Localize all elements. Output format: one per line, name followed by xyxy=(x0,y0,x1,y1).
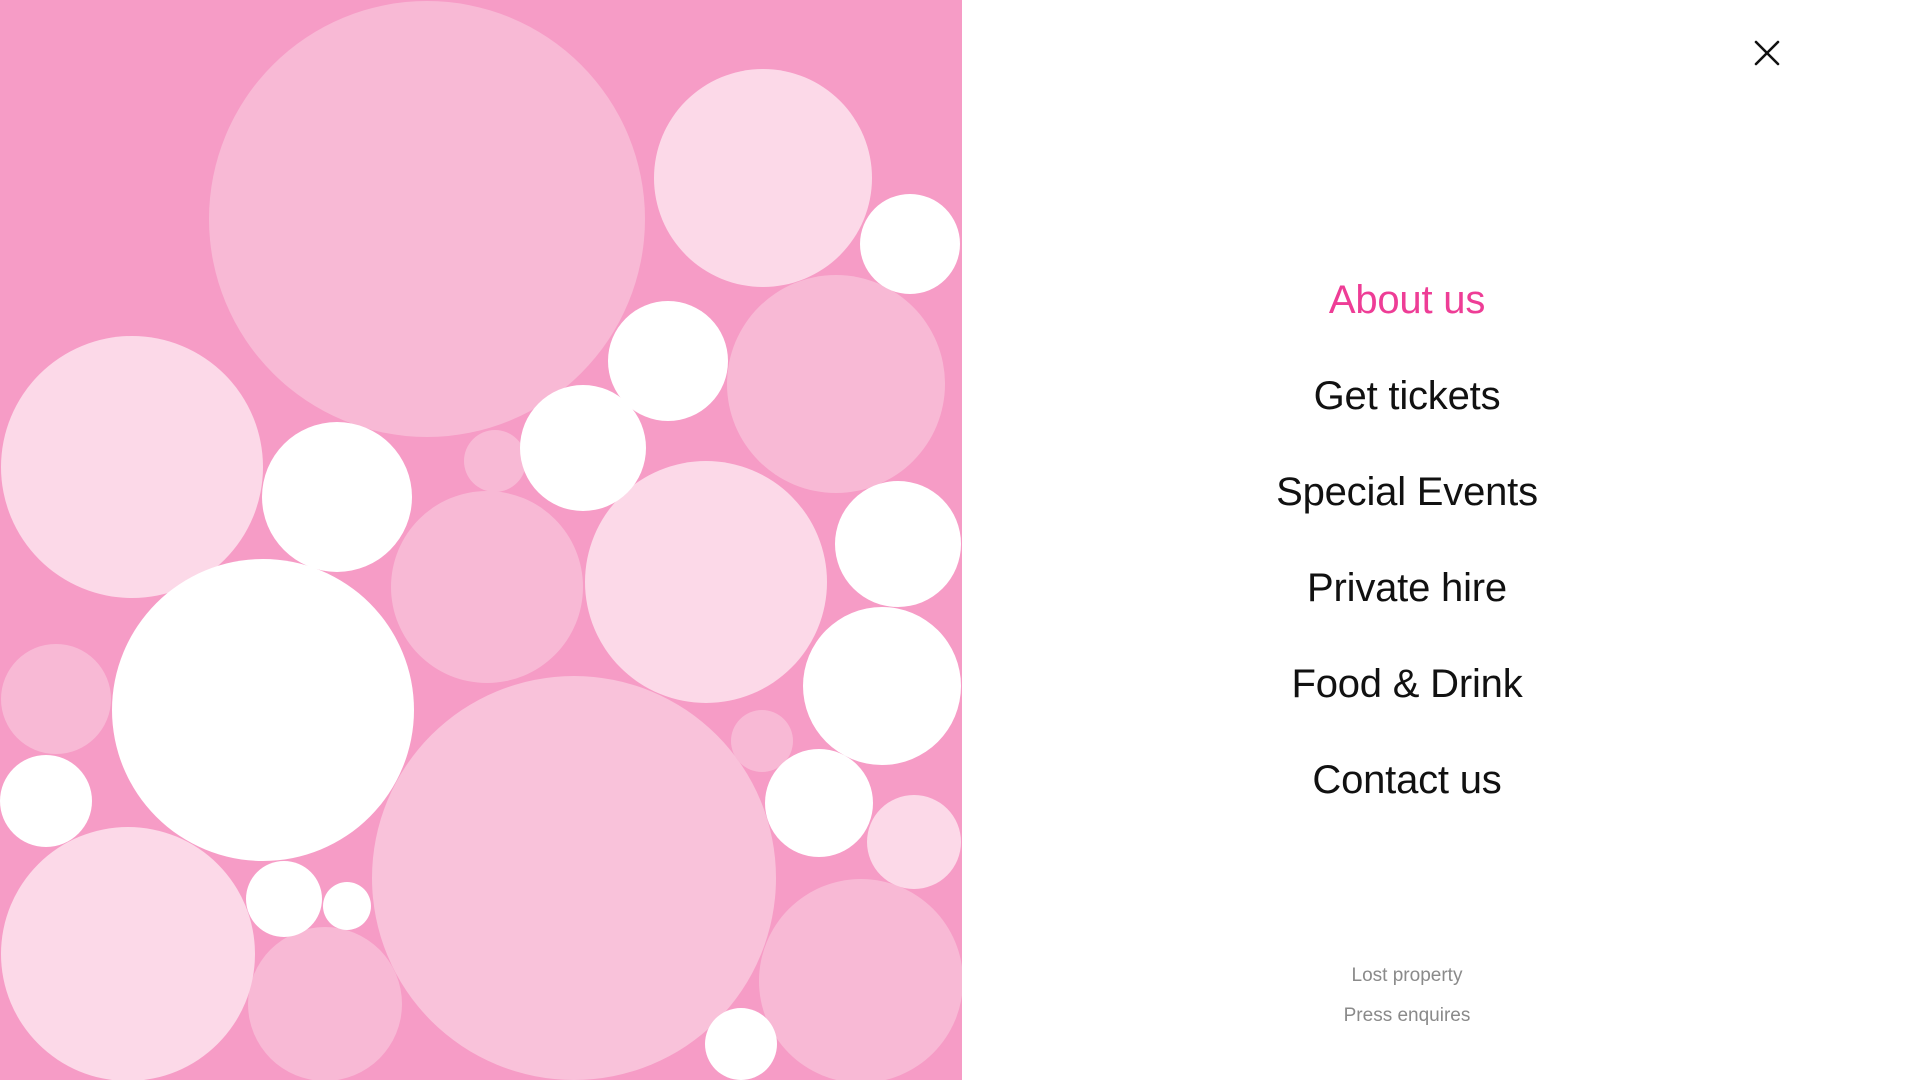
bubble xyxy=(1,644,111,754)
bubble xyxy=(803,607,961,765)
main-nav: About us Get tickets Special Events Priv… xyxy=(1147,270,1667,846)
bubble xyxy=(1,827,255,1080)
bubble xyxy=(248,927,402,1080)
bubble xyxy=(759,879,962,1080)
menu-overlay: About us Get tickets Special Events Priv… xyxy=(0,0,1920,1080)
nav-item-contact-us[interactable]: Contact us xyxy=(1147,750,1667,846)
bubble xyxy=(520,385,646,511)
bubble xyxy=(1,336,263,598)
bubble xyxy=(654,69,872,287)
footer-link-press-enquires[interactable]: Press enquires xyxy=(1147,1000,1667,1040)
footer-nav: Lost property Press enquires xyxy=(1147,960,1667,1040)
bubble xyxy=(209,1,645,437)
nav-item-private-hire[interactable]: Private hire xyxy=(1147,558,1667,654)
navigation-menu: About us Get tickets Special Events Priv… xyxy=(962,0,1920,1080)
bubble xyxy=(705,1008,777,1080)
bubble xyxy=(860,194,960,294)
nav-item-about-us[interactable]: About us xyxy=(1147,270,1667,366)
bubble xyxy=(391,491,583,683)
bubble xyxy=(0,755,92,847)
nav-item-get-tickets[interactable]: Get tickets xyxy=(1147,366,1667,462)
bubble xyxy=(765,749,873,857)
bubble-artwork-svg xyxy=(0,0,962,1080)
bubble xyxy=(867,795,961,889)
bubble xyxy=(246,861,322,937)
bubble xyxy=(727,275,945,493)
nav-item-special-events[interactable]: Special Events xyxy=(1147,462,1667,558)
bubble-artwork xyxy=(0,0,962,1080)
bubble xyxy=(262,422,412,572)
close-button[interactable] xyxy=(1747,33,1787,73)
bubble xyxy=(464,430,526,492)
bubble xyxy=(323,882,371,930)
nav-item-food-drink[interactable]: Food & Drink xyxy=(1147,654,1667,750)
close-icon xyxy=(1754,40,1780,66)
bubble xyxy=(835,481,961,607)
bubble xyxy=(112,559,414,861)
footer-link-lost-property[interactable]: Lost property xyxy=(1147,960,1667,1000)
